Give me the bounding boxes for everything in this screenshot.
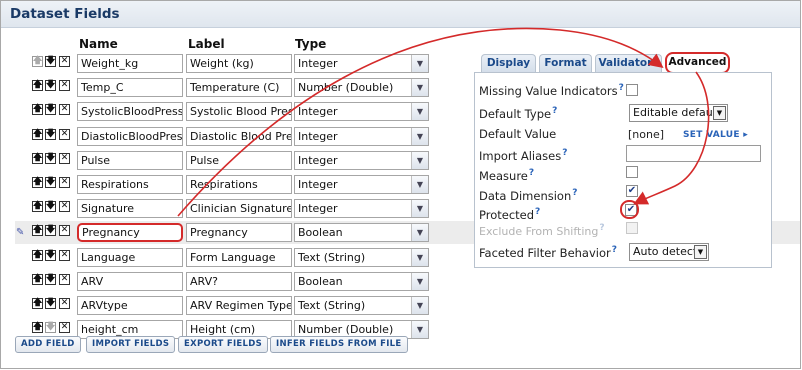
annotation-arrows xyxy=(177,27,710,217)
arrow-advanced-tab-to-protected xyxy=(633,71,710,205)
arrow-pregnancy-to-advanced-tab xyxy=(177,27,664,217)
